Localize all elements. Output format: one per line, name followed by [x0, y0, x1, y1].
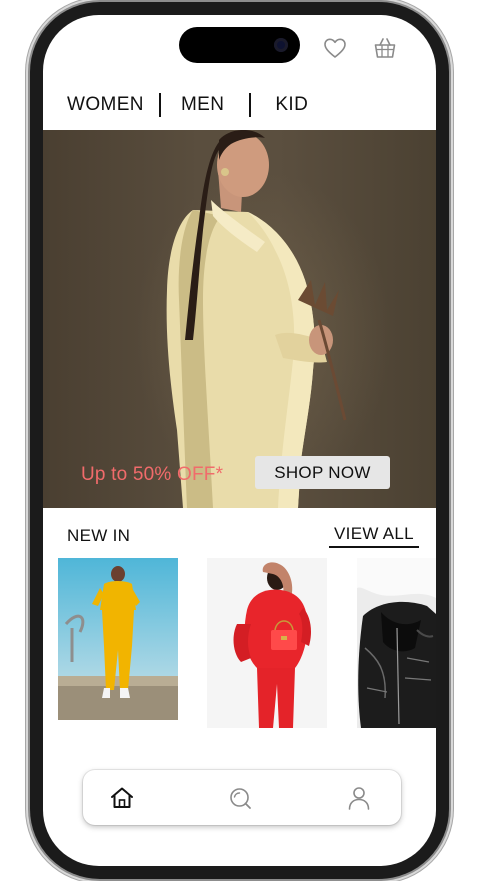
product-image-leather-jacket — [357, 558, 436, 728]
category-kid[interactable]: KID — [275, 94, 308, 116]
product-card[interactable] — [207, 558, 327, 728]
basket-icon[interactable] — [372, 35, 398, 61]
promo-text: Up to 50% OFF* — [81, 464, 224, 485]
profile-icon[interactable] — [346, 785, 372, 811]
category-women[interactable]: WOMEN — [67, 94, 144, 116]
home-icon[interactable] — [109, 785, 135, 811]
shop-now-button[interactable]: SHOP NOW — [255, 456, 390, 489]
category-divider — [249, 93, 252, 117]
section-title-new-in: NEW IN — [67, 526, 131, 545]
bottom-nav-bar — [83, 770, 401, 825]
phone-screen: WOMEN MEN KID Up to 50% OFF* SHOP NOW NE… — [43, 15, 436, 866]
view-all-link[interactable]: VIEW ALL — [329, 524, 419, 548]
product-card[interactable] — [58, 558, 178, 720]
category-nav: WOMEN MEN KID — [67, 90, 308, 120]
heart-icon[interactable] — [322, 35, 348, 61]
phone-power-button — [449, 270, 452, 370]
hero-banner[interactable]: Up to 50% OFF* SHOP NOW — [43, 130, 436, 508]
dynamic-island — [179, 27, 300, 63]
category-men[interactable]: MEN — [181, 94, 224, 116]
product-image-red-tracksuit — [207, 558, 327, 728]
search-icon[interactable] — [227, 785, 253, 811]
front-camera — [274, 38, 288, 52]
category-divider — [158, 93, 161, 117]
product-image-yellow-tracksuit — [58, 558, 178, 720]
hero-model-image — [166, 130, 347, 508]
product-card[interactable] — [357, 558, 436, 728]
